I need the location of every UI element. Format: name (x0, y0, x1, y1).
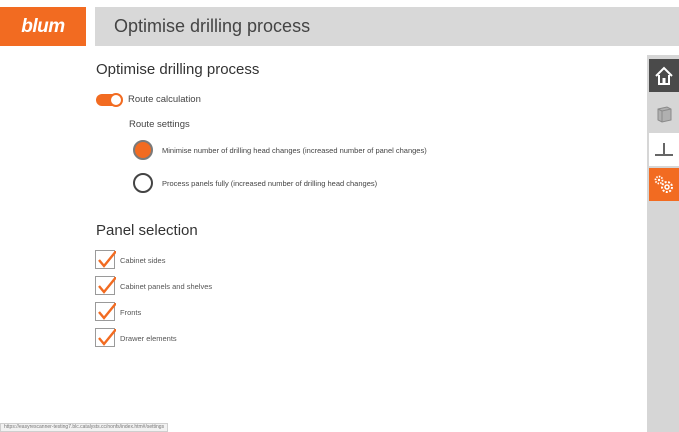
blum-logo[interactable]: blum (0, 7, 86, 46)
radio-label-minimise-head-changes: Minimise number of drilling head changes… (162, 146, 427, 155)
settings-gears-icon (654, 175, 673, 193)
title-bar: Optimise drilling process (95, 7, 679, 46)
checkmark-icon (98, 303, 116, 320)
checkmark-icon (98, 329, 116, 346)
section-heading-panels: Panel selection (96, 222, 198, 239)
checkbox-label-cabinet-panels-shelves: Cabinet panels and shelves (120, 282, 213, 291)
axis-icon (655, 142, 673, 156)
checkmark-icon (98, 251, 116, 268)
home-icon (655, 66, 673, 85)
sidebar-axis-button[interactable] (649, 133, 679, 166)
checkbox-drawer-elements[interactable] (95, 328, 116, 347)
cabinet-icon (657, 105, 672, 123)
sidebar-cabinet-button[interactable] (649, 97, 679, 130)
status-url-bar: https://easyrescanner-testing7.blc.catal… (0, 423, 169, 432)
page-title: Optimise drilling process (114, 16, 311, 36)
checkbox-label-fronts: Fronts (120, 308, 142, 317)
radio-label-process-panels-fully: Process panels fully (increased number o… (162, 179, 378, 188)
radio-process-panels-fully[interactable] (133, 173, 153, 193)
logo-text: blum (21, 15, 65, 37)
checkbox-fronts[interactable] (95, 302, 116, 321)
radio-minimise-head-changes[interactable] (133, 140, 153, 160)
sidebar-settings-button[interactable] (649, 168, 679, 201)
route-calculation-label: Route calculation (128, 94, 201, 105)
route-settings-label: Route settings (129, 119, 190, 130)
sidebar-home-button[interactable] (649, 59, 679, 92)
checkbox-cabinet-sides[interactable] (95, 250, 116, 269)
checkbox-label-cabinet-sides: Cabinet sides (120, 256, 166, 265)
route-calculation-toggle[interactable] (96, 93, 123, 107)
checkmark-icon (98, 277, 116, 294)
toggle-knob (109, 93, 123, 107)
checkbox-label-drawer-elements: Drawer elements (120, 334, 177, 343)
checkbox-cabinet-panels-shelves[interactable] (95, 276, 116, 295)
section-heading-drilling: Optimise drilling process (96, 61, 260, 78)
